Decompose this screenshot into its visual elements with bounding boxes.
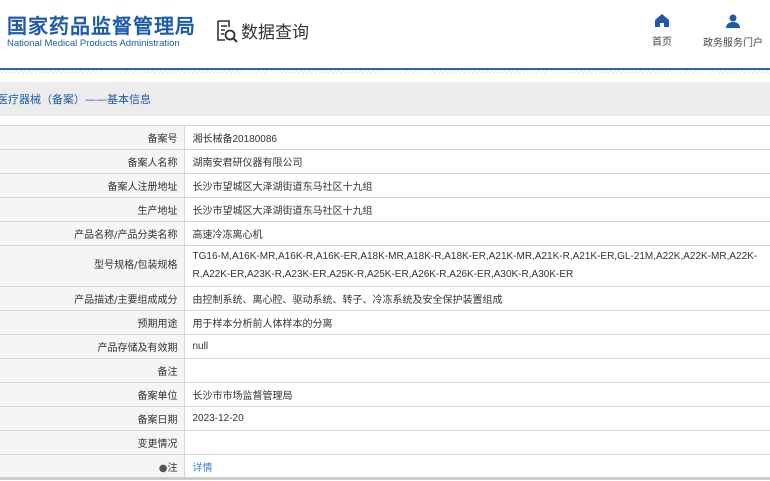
- row-label: 预期用途: [0, 310, 185, 335]
- row-label: 生产地址: [0, 197, 185, 222]
- row-label: 产品名称/产品分类名称: [0, 221, 185, 246]
- row-value: 长沙市望城区大泽湖街道东马社区十九组: [184, 197, 770, 222]
- row-value: TG16-M,A16K-MR,A16K-R,A16K-ER,A18K-MR,A1…: [184, 245, 770, 287]
- row-label: 备案人名称: [0, 149, 185, 174]
- table-row: 备案单位 长沙市市场监督管理局: [0, 382, 770, 407]
- note-label: 注: [167, 462, 178, 474]
- section-header: 医疗器械（备案）——基本信息: [0, 82, 770, 116]
- note-row: ●注 详情: [0, 454, 770, 479]
- row-value: 由控制系统、离心腔、驱动系统、转子、冷冻系统及安全保护装置组成: [184, 286, 770, 311]
- section-title: 医疗器械（备案）——基本信息: [0, 93, 151, 106]
- table-row: 备案号 湘长械备20180086: [0, 125, 770, 150]
- divider: [0, 70, 770, 74]
- site-header: 国家药品监督管理局 National Medical Products Admi…: [0, 0, 770, 70]
- table-row: 预期用途 用于样本分析前人体样本的分离: [0, 310, 770, 335]
- pin-icon: ●: [158, 462, 168, 474]
- row-label: 备注: [0, 358, 185, 383]
- table-row: 型号规格/包装规格 TG16-M,A16K-MR,A16K-R,A16K-ER,A…: [0, 245, 770, 287]
- table-row: 备案人注册地址 长沙市望城区大泽湖街道东马社区十九组: [0, 173, 770, 198]
- details-link[interactable]: 详情: [193, 463, 213, 474]
- table-row: 生产地址 长沙市望城区大泽湖街道东马社区十九组: [0, 197, 770, 222]
- table-row: 产品存储及有效期 null: [0, 334, 770, 359]
- row-label: 型号规格/包装规格: [0, 245, 185, 287]
- row-value: 长沙市望城区大泽湖街道东马社区十九组: [184, 173, 770, 198]
- nav-portal[interactable]: 政务服务门户: [703, 14, 763, 49]
- note-value: 详情: [184, 454, 770, 479]
- user-icon: [726, 14, 740, 28]
- note-label-cell: ●注: [0, 454, 185, 479]
- nav-portal-label: 政务服务门户: [703, 38, 763, 49]
- logo-subtitle: National Medical Products Administration: [7, 38, 180, 49]
- info-table: 备案号 湘长械备20180086 备案人名称 湖南安君研仪器有限公司 备案人注册地址 长沙…: [0, 125, 770, 480]
- table-row: 备案日期 2023-12-20: [0, 406, 770, 431]
- row-label: 备案号: [0, 125, 185, 150]
- data-query-title: 数据查询: [215, 18, 309, 43]
- row-label: 备案日期: [0, 406, 185, 431]
- row-value: 用于样本分析前人体样本的分离: [184, 310, 770, 335]
- nav-home-label: 首页: [652, 37, 672, 48]
- row-label: 产品描述/主要组成成分: [0, 286, 185, 311]
- table-row: 备案人名称 湖南安君研仪器有限公司: [0, 149, 770, 174]
- table-row: 备注: [0, 358, 770, 383]
- document-search-icon: [217, 19, 238, 43]
- table-row: 产品名称/产品分类名称 高速冷冻离心机: [0, 221, 770, 246]
- row-value: 2023-12-20: [184, 406, 770, 431]
- table-row: 变更情况: [0, 430, 770, 455]
- table-row: 产品描述/主要组成成分 由控制系统、离心腔、驱动系统、转子、冷冻系统及安全保护装置…: [0, 286, 770, 311]
- row-label: 备案人注册地址: [0, 173, 185, 198]
- home-icon: [655, 14, 669, 27]
- row-value: [184, 430, 770, 455]
- data-query-label: 数据查询: [241, 23, 309, 43]
- row-value: null: [184, 334, 770, 359]
- row-label: 变更情况: [0, 430, 185, 455]
- nav-home[interactable]: 首页: [652, 14, 672, 48]
- row-value: 湘长械备20180086: [184, 125, 770, 150]
- logo-title[interactable]: 国家药品监督管理局: [7, 10, 196, 39]
- row-value: 长沙市市场监督管理局: [184, 382, 770, 407]
- row-label: 备案单位: [0, 382, 185, 407]
- row-label: 产品存储及有效期: [0, 334, 185, 359]
- row-value: [184, 358, 770, 383]
- row-value: 湖南安君研仪器有限公司: [184, 149, 770, 174]
- row-value: 高速冷冻离心机: [184, 221, 770, 246]
